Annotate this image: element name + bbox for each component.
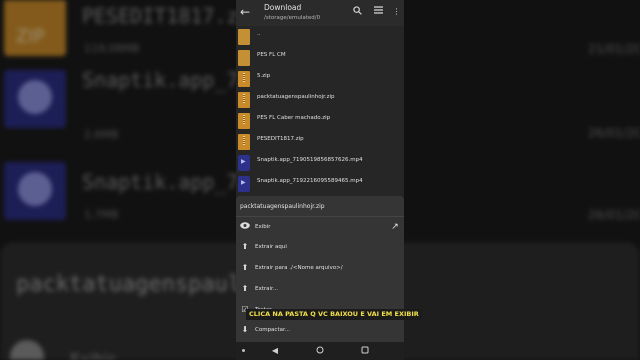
file-name: ..: [257, 31, 261, 37]
menu-item-label: Extrair aqui: [255, 244, 287, 250]
upload-arrow-icon: ⬆: [241, 242, 249, 251]
menu-item-extrair[interactable]: ⬆ Extrair...: [236, 280, 404, 300]
list-item[interactable]: ..: [236, 28, 404, 49]
menu-item-label: Extrair...: [255, 286, 279, 292]
nav-dot-icon: [242, 349, 245, 352]
folder-icon: [238, 50, 250, 66]
file-name: 5.zip: [257, 73, 271, 79]
folder-icon: [238, 29, 250, 45]
list-item[interactable]: PES FL CM: [236, 49, 404, 70]
breadcrumb-path[interactable]: /storage/emulated/0: [264, 15, 320, 21]
menu-item-exibir[interactable]: Exibir: [236, 218, 404, 238]
search-icon[interactable]: [352, 6, 363, 17]
app-bar: ← Download /storage/emulated/0 ⋮: [236, 0, 404, 26]
video-file-icon: [238, 155, 250, 171]
video-caption: CLICA NA PASTA Q VC BAIXOU E VAI EM EXIB…: [246, 309, 422, 320]
phone-screen: ← Download /storage/emulated/0 ⋮ .. PES …: [236, 0, 404, 360]
list-item[interactable]: Snaptik.app_7192216095589465.mp4: [236, 175, 404, 196]
list-item[interactable]: PES FL Caber machado.zip: [236, 112, 404, 133]
menu-item-label: Compactar...: [255, 327, 290, 333]
page-title: Download: [264, 3, 302, 12]
file-name: PES FL Caber machado.zip: [257, 115, 331, 121]
menu-item-extrair-para[interactable]: ⬆ Extrair para ./<Nome arquivo>/: [236, 259, 404, 279]
file-name: Snaptik.app_7192216095589465.mp4: [257, 178, 363, 184]
nav-recents-icon[interactable]: [360, 346, 370, 356]
file-list: .. PES FL CM 5.zip packtatuagenspaulinho…: [236, 26, 404, 196]
menu-item-label: Extrair para ./<Nome arquivo>/: [255, 265, 343, 271]
list-item[interactable]: Snaptik.app_7190519856857626.mp4: [236, 154, 404, 175]
file-name: Snaptik.app_7190519856857626.mp4: [257, 157, 363, 163]
zip-file-icon: [238, 113, 250, 129]
upload-arrow-icon: ⬆: [241, 263, 249, 272]
bottom-sheet: packtatuagenspaulinhojr.zip ↗ Exibir ⬆ E…: [236, 196, 404, 342]
menu-item-compactar[interactable]: ⬇ Compactar...: [236, 321, 404, 341]
arrow-back-icon[interactable]: ←: [240, 5, 252, 19]
nav-back-icon[interactable]: ◀: [270, 346, 280, 356]
file-name: PES FL CM: [257, 52, 286, 58]
zip-file-icon: [238, 134, 250, 150]
nav-home-icon[interactable]: [315, 346, 325, 356]
video-file-icon: [238, 176, 250, 192]
eye-icon: [240, 222, 250, 232]
list-view-icon[interactable]: [373, 6, 384, 17]
upload-arrow-icon: ⬆: [241, 284, 249, 293]
screen-root: PESEDIT1817.zip 119,08MB 21/01/20 Snapti…: [0, 0, 640, 360]
file-name: PESEDIT1817.zip: [257, 136, 304, 142]
system-nav-bar: ◀: [236, 342, 404, 360]
download-arrow-icon: ⬇: [241, 325, 249, 334]
more-vert-icon[interactable]: ⋮: [391, 6, 402, 17]
file-name: packtatuagenspaulinhojr.zip: [257, 94, 335, 100]
sheet-title: packtatuagenspaulinhojr.zip: [240, 203, 325, 210]
menu-item-label: Exibir: [255, 224, 271, 230]
divider: [236, 216, 404, 217]
list-item[interactable]: PESEDIT1817.zip: [236, 133, 404, 154]
zip-file-icon: [238, 92, 250, 108]
list-item[interactable]: 5.zip: [236, 70, 404, 91]
zip-file-icon: [238, 71, 250, 87]
list-item[interactable]: packtatuagenspaulinhojr.zip: [236, 91, 404, 112]
menu-item-extrair-aqui[interactable]: ⬆ Extrair aqui: [236, 238, 404, 258]
